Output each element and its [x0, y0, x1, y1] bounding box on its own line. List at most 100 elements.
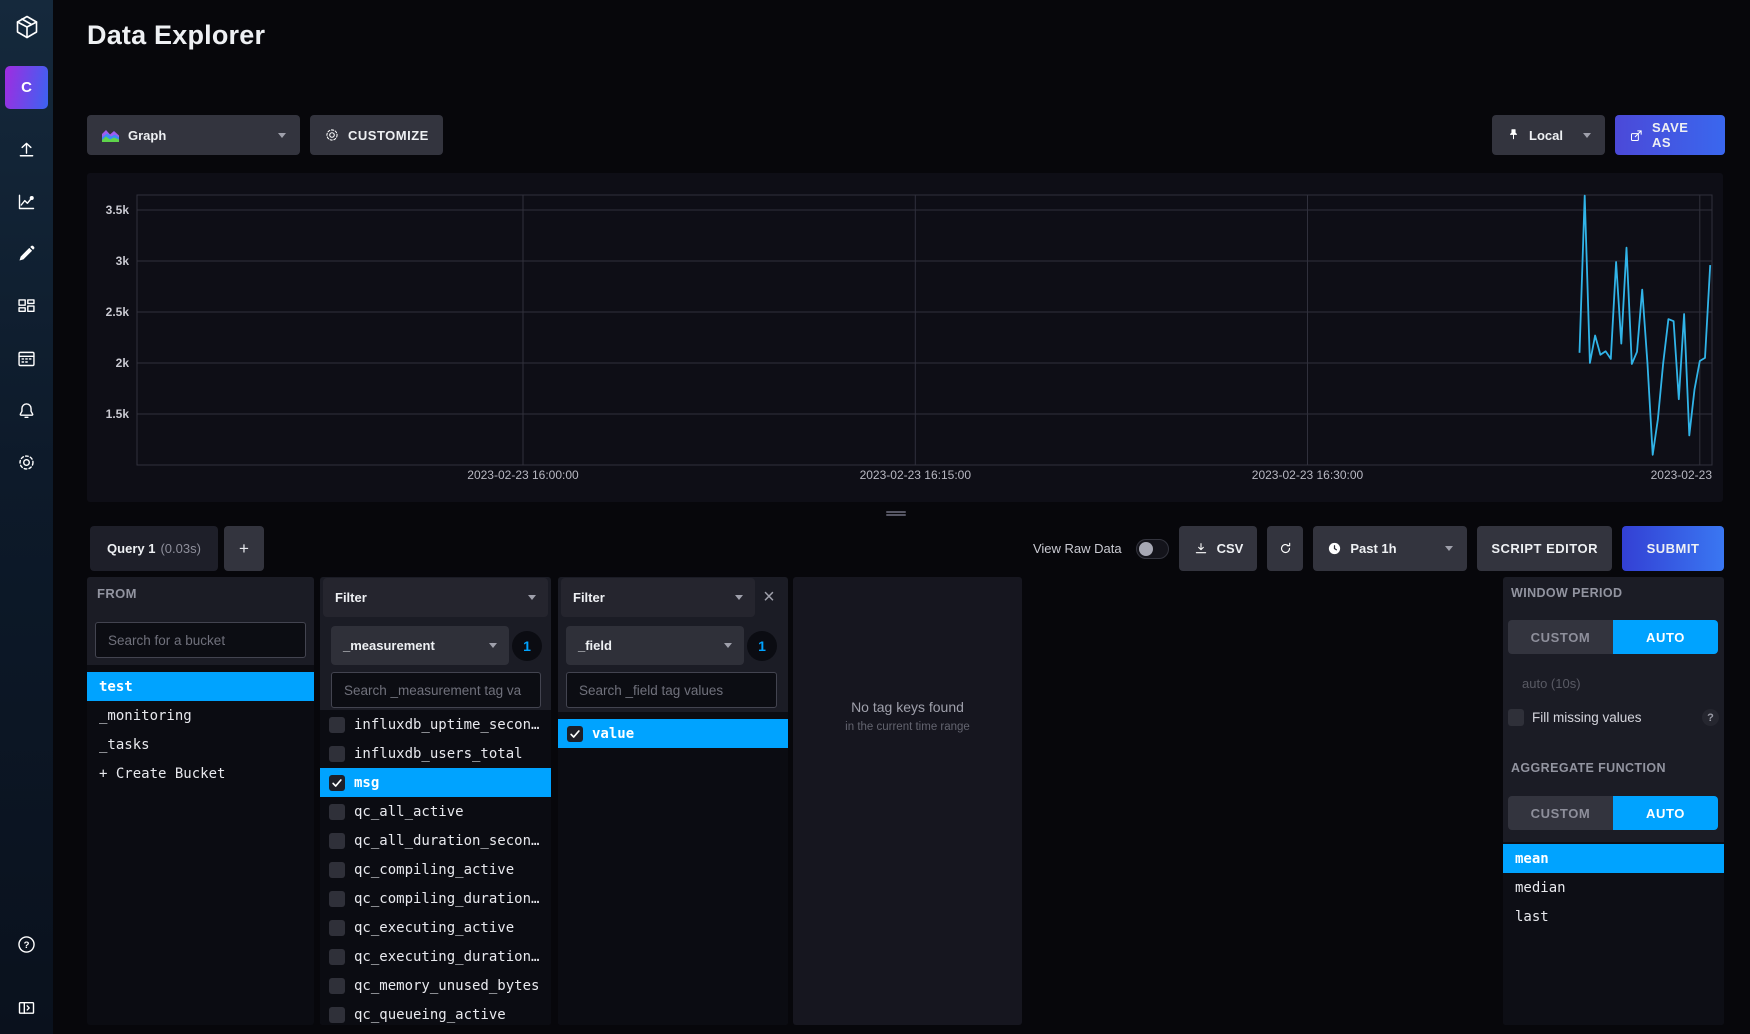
measurement-item[interactable]: qc_queueing_active — [320, 1000, 551, 1025]
influxdb-logo-icon[interactable] — [0, 0, 53, 53]
chevron-down-icon — [278, 133, 286, 138]
user-avatar[interactable]: C — [5, 66, 48, 109]
window-auto-hint: auto (10s) — [1522, 676, 1581, 691]
gear-icon — [324, 127, 340, 143]
measurement-item[interactable]: qc_all_duration_secon… — [320, 826, 551, 855]
measurement-search-input[interactable]: Search _measurement tag va — [331, 672, 541, 708]
export-icon — [1629, 128, 1644, 143]
tag-key-label: _measurement — [343, 638, 435, 653]
customize-button[interactable]: CUSTOMIZE — [310, 115, 443, 155]
measurement-item[interactable]: qc_compiling_active — [320, 855, 551, 884]
window-auto-button[interactable]: AUTO — [1613, 620, 1718, 654]
bucket-item[interactable]: _monitoring — [87, 701, 314, 730]
create-bucket-item[interactable]: + Create Bucket — [87, 759, 314, 788]
measurement-item[interactable]: qc_all_active — [320, 797, 551, 826]
chevron-down-icon — [489, 643, 497, 648]
save-as-label: SAVE AS — [1652, 120, 1711, 150]
field-search-input[interactable]: Search _field tag values — [566, 672, 777, 708]
filter-type-dropdown[interactable]: Filter — [561, 578, 755, 617]
query-duration: (0.03s) — [160, 541, 200, 556]
checkbox[interactable] — [329, 862, 345, 878]
remove-filter-button[interactable]: × — [758, 587, 780, 609]
from-panel-top: FROM Search for a bucket — [87, 577, 314, 665]
measurement-item[interactable]: influxdb_uptime_secon… — [320, 710, 551, 739]
checkbox[interactable] — [329, 1007, 345, 1023]
window-custom-button[interactable]: CUSTOM — [1508, 620, 1613, 654]
sidebar-item-dashboards[interactable] — [0, 284, 53, 328]
measurement-item[interactable]: qc_compiling_duration… — [320, 884, 551, 913]
query-tab[interactable]: Query 1 (0.03s) — [90, 526, 218, 571]
checkbox[interactable] — [329, 717, 345, 733]
measurement-item[interactable]: msg — [320, 768, 551, 797]
sidebar-item-gear[interactable] — [0, 440, 53, 484]
measurement-item[interactable]: qc_memory_unused_bytes — [320, 971, 551, 1000]
sidebar-item-upload[interactable] — [0, 128, 53, 172]
query-tab-label: Query 1 — [107, 541, 155, 556]
save-as-button[interactable]: SAVE AS — [1615, 115, 1725, 155]
refresh-button[interactable] — [1267, 526, 1303, 571]
bucket-search-input[interactable]: Search for a bucket — [95, 622, 306, 658]
graph-type-dropdown[interactable]: Graph — [87, 115, 300, 155]
chevron-down-icon — [735, 595, 743, 600]
chart-panel: 3.5k3k2.5k2k1.5k2023-02-23 16:00:002023-… — [87, 173, 1723, 502]
chevron-down-icon — [1445, 546, 1453, 551]
filter-type-dropdown[interactable]: Filter — [323, 578, 548, 617]
bucket-item[interactable]: _tasks — [87, 730, 314, 759]
function-item[interactable]: mean — [1503, 844, 1724, 873]
sidebar-item-bell[interactable] — [0, 388, 53, 432]
measurement-item[interactable]: influxdb_users_total — [320, 739, 551, 768]
script-editor-button[interactable]: SCRIPT EDITOR — [1477, 526, 1612, 571]
measurement-item[interactable]: qc_executing_active — [320, 913, 551, 942]
measurement-list: influxdb_uptime_secon…influxdb_users_tot… — [320, 710, 551, 1025]
checkbox[interactable] — [329, 891, 345, 907]
bucket-item[interactable]: test — [87, 672, 314, 701]
function-item[interactable]: last — [1503, 902, 1724, 931]
sidebar-item-calendar[interactable] — [0, 336, 53, 380]
csv-label: CSV — [1217, 541, 1244, 556]
view-raw-data-toggle[interactable] — [1136, 539, 1169, 559]
function-item[interactable]: median — [1503, 873, 1724, 902]
series-line — [1580, 196, 1711, 455]
aggregate-function-title: AGGREGATE FUNCTION — [1511, 761, 1666, 775]
help-icon[interactable]: ? — [1702, 709, 1719, 726]
item-label: msg — [354, 775, 379, 791]
checkbox[interactable] — [329, 978, 345, 994]
local-dropdown[interactable]: Local — [1492, 115, 1605, 155]
field-list: value — [558, 712, 788, 1025]
time-range-dropdown[interactable]: Past 1h — [1313, 526, 1467, 571]
checkbox[interactable] — [329, 775, 345, 791]
expand-icon — [16, 997, 37, 1018]
field-filter-panel: Filter × _field 1 Search _field tag valu… — [558, 577, 788, 1025]
item-label: qc_executing_active — [354, 920, 514, 936]
checkbox[interactable] — [329, 949, 345, 965]
add-query-button[interactable]: + — [224, 526, 264, 571]
time-series-chart[interactable]: 3.5k3k2.5k2k1.5k2023-02-23 16:00:002023-… — [87, 173, 1723, 502]
field-search-placeholder: Search _field tag values — [579, 683, 723, 698]
sidebar-item-pencil[interactable] — [0, 231, 53, 275]
toggle-knob — [1139, 542, 1153, 556]
item-label: qc_queueing_active — [354, 1007, 506, 1023]
x-axis-label: 2023-02-23 16:30:00 — [1252, 468, 1364, 482]
checkbox[interactable] — [329, 746, 345, 762]
help-button[interactable]: ? — [0, 922, 53, 966]
sidebar-item-graph[interactable] — [0, 179, 53, 223]
fill-missing-checkbox[interactable] — [1508, 709, 1524, 726]
checkbox[interactable] — [329, 920, 345, 936]
checkbox[interactable] — [567, 726, 583, 742]
tag-key-dropdown-field[interactable]: _field — [566, 626, 744, 665]
tag-key-dropdown-measurement[interactable]: _measurement — [331, 626, 509, 665]
checkbox[interactable] — [329, 833, 345, 849]
field-item[interactable]: value — [558, 719, 788, 748]
chart-resize-handle[interactable] — [882, 509, 910, 517]
checkbox[interactable] — [329, 804, 345, 820]
csv-button[interactable]: CSV — [1179, 526, 1258, 571]
aggregate-mode-toggle: CUSTOM AUTO — [1508, 796, 1718, 830]
measurement-item[interactable]: qc_executing_duration… — [320, 942, 551, 971]
expand-sidebar-button[interactable] — [0, 985, 53, 1029]
from-panel-title: FROM — [97, 586, 137, 601]
submit-button[interactable]: SUBMIT — [1622, 526, 1724, 571]
aggregate-custom-button[interactable]: CUSTOM — [1508, 796, 1613, 830]
local-label: Local — [1529, 128, 1563, 143]
x-axis-label: 2023-02-23 — [1651, 468, 1713, 482]
aggregate-auto-button[interactable]: AUTO — [1613, 796, 1718, 830]
